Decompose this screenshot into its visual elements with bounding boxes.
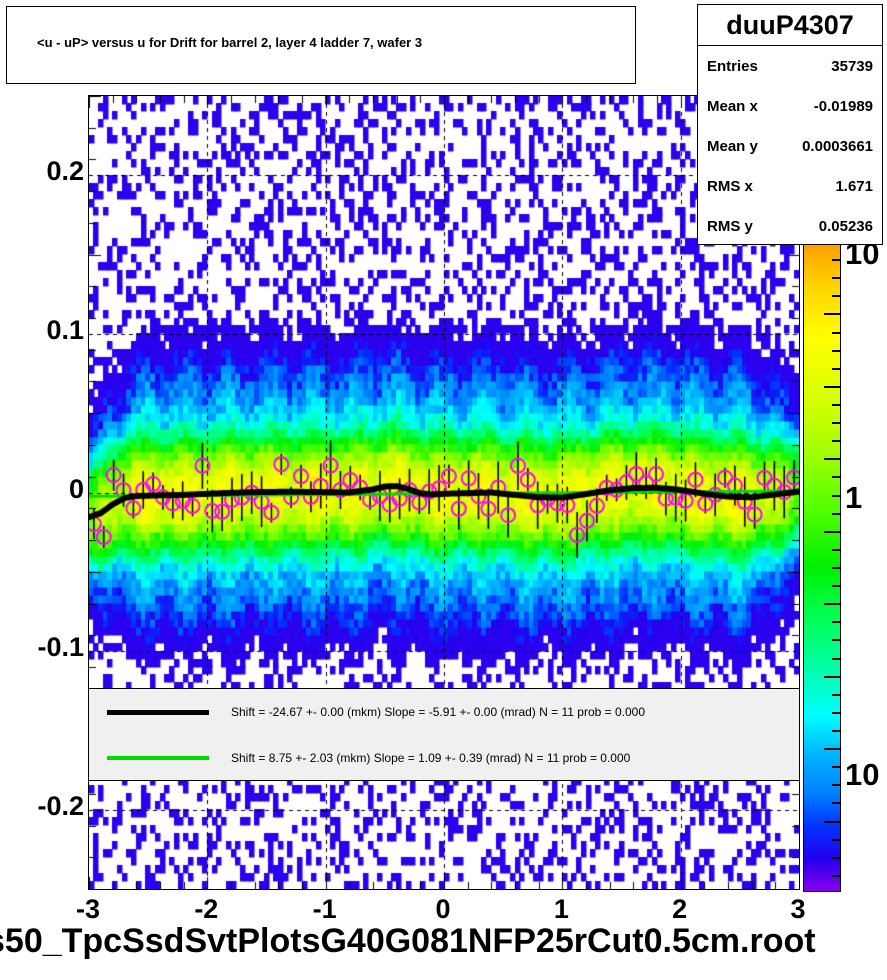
colorbar-tick xyxy=(824,530,841,533)
colorbar-tick xyxy=(824,385,841,388)
fit-legend-box[interactable]: Shift = -24.67 +- 0.00 (mkm) Slope = -5.… xyxy=(88,688,800,781)
statistics-rows: Entries 35739 Mean x -0.01989 Mean y 0.000366… xyxy=(698,46,882,246)
statistics-value: 1.671 xyxy=(835,177,873,195)
colorbar-tick xyxy=(832,440,841,443)
statistics-row: Entries 35739 xyxy=(698,46,882,86)
colorbar-tick xyxy=(832,259,841,262)
colorbar-tick xyxy=(832,422,841,425)
legend-entry: Shift = -24.67 +- 0.00 (mkm) Slope = -5.… xyxy=(89,689,799,735)
x-axis-tick-label: 0 xyxy=(435,894,451,924)
statistics-value: 0.05236 xyxy=(818,217,873,235)
colorbar-tick-label: 1 xyxy=(845,480,863,515)
colorbar-tick xyxy=(832,621,841,624)
colorbar-tick xyxy=(832,657,841,660)
colorbar-tick xyxy=(824,675,841,678)
colorbar-tick xyxy=(832,639,841,642)
color-gradient xyxy=(804,241,840,891)
colorbar-tick xyxy=(832,874,841,877)
colorbar-tick xyxy=(824,603,841,606)
legend-label: Shift = 8.75 +- 2.03 (mkm) Slope = 1.09 … xyxy=(231,751,631,765)
colorbar-tick xyxy=(832,277,841,280)
statistics-key: Entries xyxy=(707,57,758,75)
colorbar-tick xyxy=(832,476,841,479)
colorbar-tick xyxy=(832,494,841,497)
legend-label: Shift = -24.67 +- 0.00 (mkm) Slope = -5.… xyxy=(231,705,645,719)
colorbar-tick xyxy=(832,548,841,551)
y-axis-tick-label: -0.2 xyxy=(37,790,84,821)
source-filename: s50_TpcSsdSvtPlotsG40G081NFP25rCut0.5cm.… xyxy=(0,922,816,960)
colorbar-tick xyxy=(832,585,841,588)
y-axis-tick-label: 0.1 xyxy=(46,314,84,345)
title-box: <u - uP> versus u for Drift for barrel 2… xyxy=(6,6,636,84)
x-axis-tick-label: -1 xyxy=(312,894,337,924)
statistics-value: 35739 xyxy=(831,57,873,75)
colorbar-tick xyxy=(832,693,841,696)
y-axis-tick-label: 0.2 xyxy=(46,156,84,187)
legend-entry: Shift = 8.75 +- 2.03 (mkm) Slope = 1.09 … xyxy=(89,735,799,781)
statistics-title: duuP4307 xyxy=(698,5,882,46)
color-scale-bar[interactable] xyxy=(803,240,841,892)
colorbar-tick xyxy=(832,567,841,569)
statistics-row: RMS x 1.671 xyxy=(698,166,882,206)
colorbar-tick xyxy=(832,404,841,406)
statistics-value: 0.0003661 xyxy=(802,137,873,155)
statistics-key: RMS x xyxy=(707,177,753,195)
page-title: <u - uP> versus u for Drift for barrel 2… xyxy=(37,35,423,50)
statistics-box[interactable]: duuP4307 Entries 35739 Mean x -0.01989 Mean … xyxy=(697,4,883,245)
legend-line-swatch xyxy=(107,709,209,715)
x-axis-tick-label: 3 xyxy=(790,894,806,924)
x-axis-tick-label: 1 xyxy=(553,894,569,924)
colorbar-tick xyxy=(832,838,841,841)
colorbar-tick xyxy=(832,331,841,334)
colorbar-tick xyxy=(832,766,841,769)
x-axis-tick-label: -2 xyxy=(194,894,219,924)
colorbar-tick xyxy=(824,820,841,823)
x-axis-tick-label: -3 xyxy=(75,894,100,924)
legend-line-swatch xyxy=(107,756,209,760)
statistics-row: Mean x -0.01989 xyxy=(698,86,882,126)
statistics-key: RMS y xyxy=(707,217,753,235)
y-axis-tick-label: 0 xyxy=(68,473,84,504)
statistics-value: -0.01989 xyxy=(813,97,873,115)
colorbar-tick xyxy=(824,458,841,461)
colorbar-tick xyxy=(832,856,841,859)
colorbar-tick xyxy=(832,730,841,732)
colorbar-tick xyxy=(832,512,841,515)
colorbar-tick xyxy=(832,711,841,714)
colorbar-tick xyxy=(832,349,841,352)
statistics-row: RMS y 0.05236 xyxy=(698,206,882,246)
x-axis-tick-label: 2 xyxy=(672,894,688,924)
colorbar-tick xyxy=(832,367,841,370)
colorbar-tick xyxy=(824,313,841,316)
statistics-row: Mean y 0.0003661 xyxy=(698,126,882,166)
statistics-key: Mean y xyxy=(707,137,758,155)
colorbar-tick xyxy=(832,802,841,805)
colorbar-tick xyxy=(832,295,841,298)
colorbar-tick xyxy=(832,784,841,787)
y-axis-tick-label: -0.1 xyxy=(37,632,84,663)
colorbar-tick-label: 10 xyxy=(845,757,880,792)
statistics-key: Mean x xyxy=(707,97,758,115)
colorbar-tick xyxy=(824,748,841,751)
